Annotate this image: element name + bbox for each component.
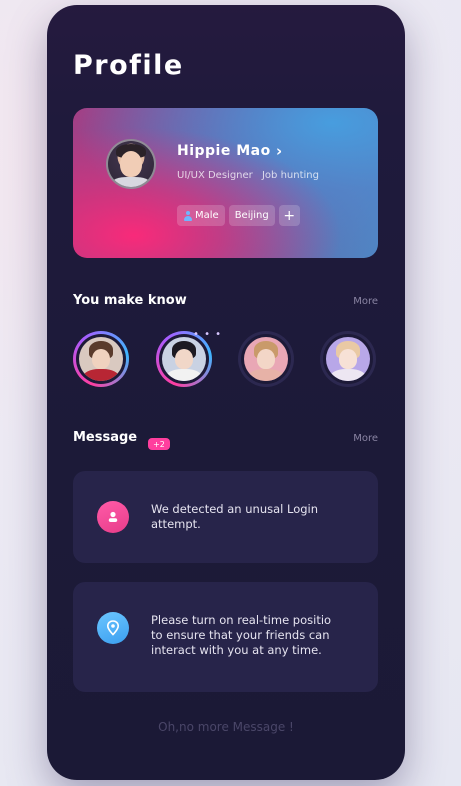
- people-suggestions: • • •: [73, 329, 378, 393]
- profile-status: Job hunting: [261, 170, 319, 181]
- chevron-right-icon[interactable]: ›: [276, 142, 282, 160]
- message-text: Please turn on real-time positio to ensu…: [151, 613, 331, 658]
- suggested-person-avatar[interactable]: [320, 331, 376, 387]
- message-card[interactable]: We detected an unusal Login attempt.: [73, 471, 378, 563]
- message-line: attempt.: [151, 517, 201, 531]
- message-section-title: Message: [73, 430, 138, 445]
- tag-city[interactable]: Beijing: [228, 205, 275, 226]
- profile-card[interactable]: Hippie Mao › UI/UX Designer Job hunting …: [73, 108, 378, 258]
- message-card[interactable]: Please turn on real-time positio to ensu…: [73, 582, 378, 692]
- tag-gender[interactable]: Male: [177, 205, 225, 226]
- profile-role: UI/UX Designer: [177, 170, 253, 181]
- person-icon: [183, 210, 192, 221]
- tag-gender-label: Male: [195, 210, 219, 221]
- profile-name[interactable]: Hippie Mao: [177, 143, 271, 159]
- plus-icon: +: [283, 207, 296, 224]
- message-count-badge: +2: [148, 438, 170, 450]
- page-title: Profile: [73, 50, 184, 81]
- people-section-title: You make know: [73, 293, 187, 308]
- tag-city-label: Beijing: [234, 210, 269, 221]
- profile-avatar[interactable]: [106, 139, 156, 189]
- message-more-link[interactable]: More: [353, 433, 378, 444]
- message-line: Please turn on real-time positio: [151, 613, 332, 627]
- message-line: to ensure that your friends can: [151, 628, 330, 642]
- add-tag-button[interactable]: +: [278, 205, 300, 226]
- message-line: interact with you at any time.: [151, 643, 322, 657]
- user-icon: [97, 501, 129, 533]
- profile-tags: Male Beijing +: [177, 205, 300, 226]
- message-text: We detected an unusal Login attempt.: [151, 502, 318, 532]
- more-dots-icon: • • •: [193, 329, 223, 340]
- profile-subtitle: UI/UX Designer Job hunting: [177, 170, 325, 181]
- people-more-link[interactable]: More: [353, 296, 378, 307]
- location-pin-icon: [97, 612, 129, 644]
- suggested-person-avatar[interactable]: [238, 331, 294, 387]
- suggested-person-avatar[interactable]: [73, 331, 129, 387]
- phone-screen: Profile Hippie Mao › UI/UX Designer Job …: [47, 5, 405, 780]
- no-more-messages-note: Oh,no more Message !: [158, 720, 294, 734]
- message-line: We detected an unusal Login: [151, 502, 319, 516]
